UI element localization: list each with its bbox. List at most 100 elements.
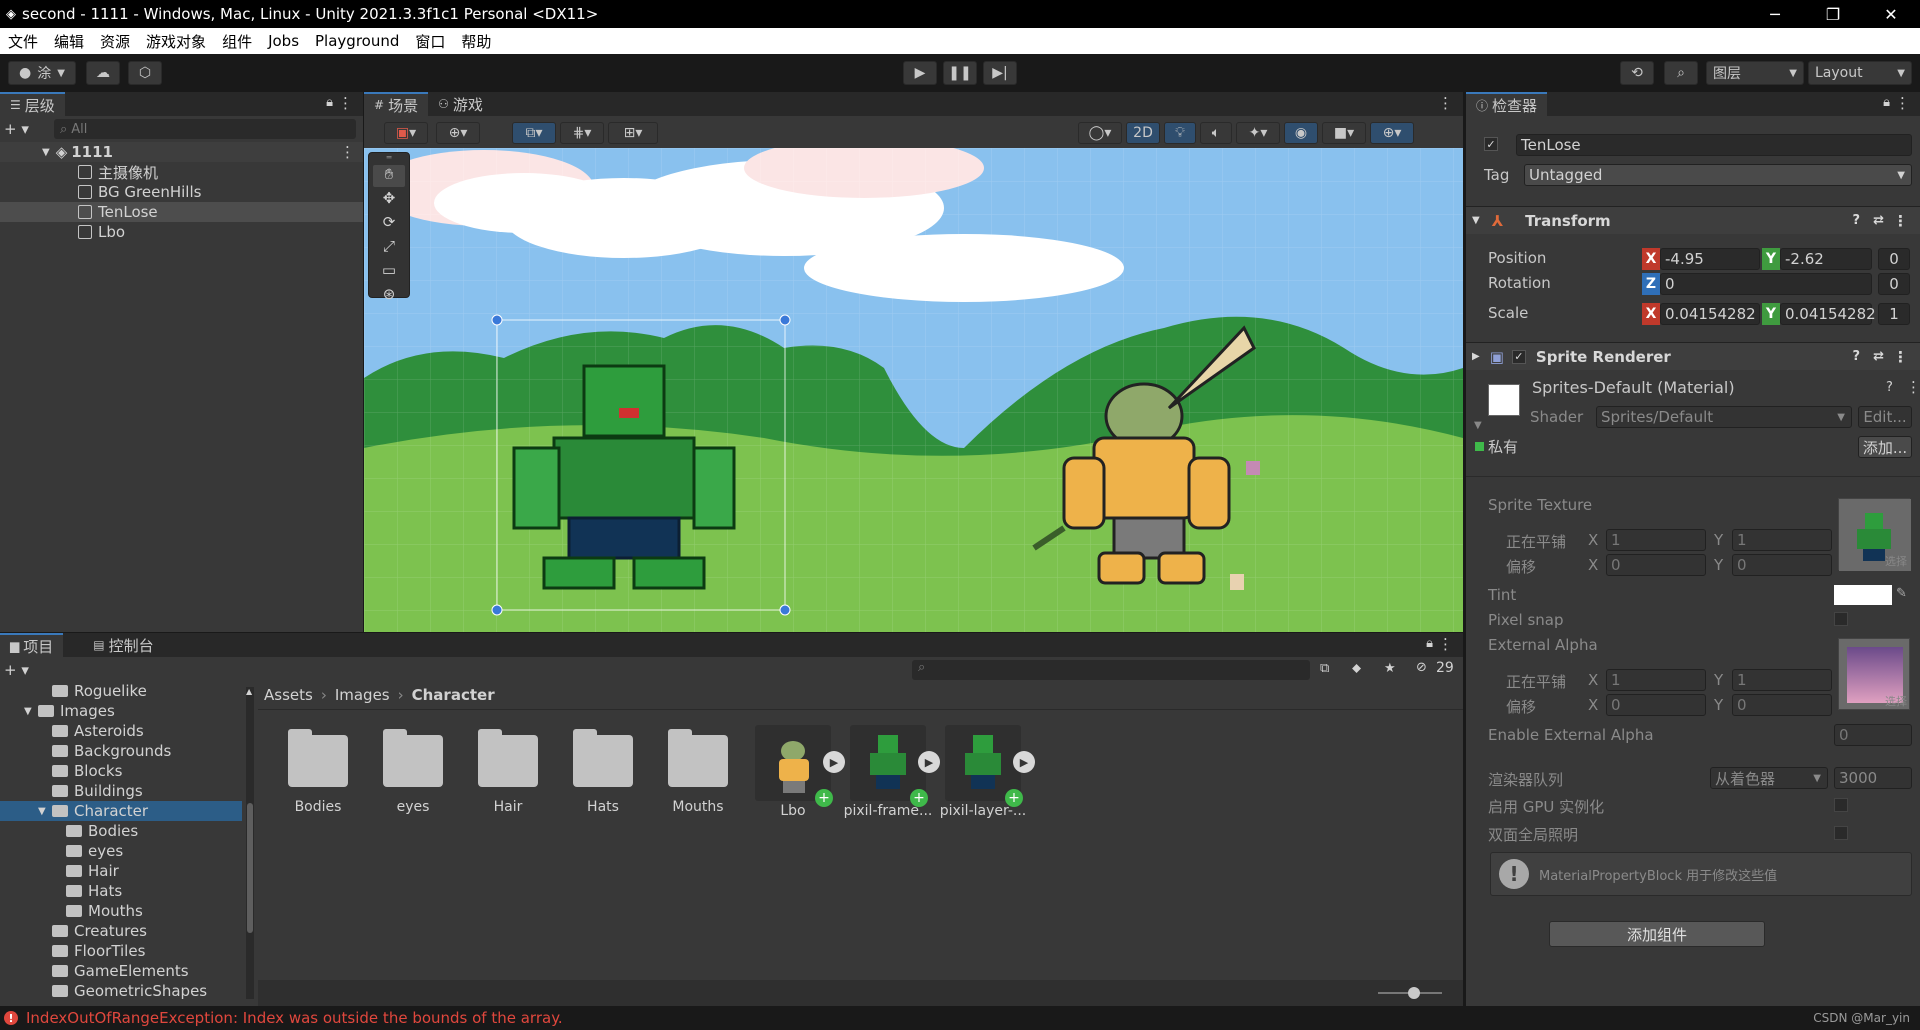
more-menu-icon[interactable]: ⋮ <box>1438 635 1453 653</box>
render-queue-value-field[interactable]: 3000 <box>1834 767 1912 789</box>
transform-header[interactable]: ▼ ⅄ Transform ? ⇄ ⋮ <box>1466 206 1920 234</box>
global-dropdown[interactable]: ⊕ ▾ <box>436 122 480 144</box>
scale-x-field[interactable]: 0.04154282 <box>1660 303 1760 325</box>
project-create-button[interactable]: + ▾ <box>4 661 29 679</box>
folder-tree-item[interactable]: Mouths <box>0 901 242 921</box>
play-icon[interactable]: ▶ <box>918 751 940 773</box>
tiling-y-field[interactable]: 1 <box>1732 529 1832 551</box>
hidden-packages-icon[interactable]: ⊘ <box>1416 660 1427 675</box>
breadcrumb-images[interactable]: Images <box>335 686 390 704</box>
favorite-star-icon[interactable]: ★ <box>1384 661 1396 676</box>
add-private-button[interactable]: 添加... <box>1858 436 1912 458</box>
menu-jobs[interactable]: Jobs <box>260 32 307 50</box>
tag-dropdown[interactable]: Untagged ▼ <box>1524 164 1912 186</box>
search-button[interactable]: ⌕ <box>1664 61 1698 85</box>
position-y-field[interactable]: -2.62 <box>1780 248 1872 270</box>
step-button[interactable]: ▶| <box>983 61 1017 85</box>
menu-help[interactable]: 帮助 <box>453 31 499 52</box>
folder-tree-item[interactable]: Asteroids <box>0 721 242 741</box>
menu-playground[interactable]: Playground <box>307 32 407 50</box>
folder-tree-item[interactable]: ▼ Images <box>0 701 242 721</box>
lock-icon[interactable]: 🔒︎ <box>1426 636 1433 651</box>
position-x-field[interactable]: -4.95 <box>1660 248 1760 270</box>
tab-console[interactable]: ▤ 控制台 <box>83 633 163 657</box>
eyedropper-icon[interactable]: ✎ <box>1896 586 1907 601</box>
tab-project[interactable]: ▆ 项目 <box>0 633 64 657</box>
restore-button[interactable]: ❐ <box>1804 0 1862 28</box>
help-icon[interactable]: ? <box>1852 349 1860 364</box>
tab-hierarchy[interactable]: ☰ 层级 <box>0 92 65 116</box>
tab-scene[interactable]: # 场景 <box>364 92 429 116</box>
render-queue-mode-dropdown[interactable]: 从着色器 ▼ <box>1710 767 1828 789</box>
menu-window[interactable]: 窗口 <box>407 31 453 52</box>
scene-row[interactable]: ▼ ◈ 1111 ⋮ <box>0 142 363 162</box>
offset-x-field[interactable]: 0 <box>1606 554 1706 576</box>
more-menu-icon[interactable]: ⋮ <box>1893 348 1908 366</box>
ext-tiling-x-field[interactable]: 1 <box>1606 669 1706 691</box>
filter-type-icon[interactable]: ⧉ <box>1320 661 1329 676</box>
asset-prefab-pixil-layer[interactable]: ▶ + pixil-layer-... <box>938 725 1035 819</box>
folder-tree-item[interactable]: Roguelike <box>0 681 242 701</box>
grid-snap-dropdown[interactable]: ⋕ ▾ <box>560 122 604 144</box>
position-z-field[interactable]: 0 <box>1878 248 1910 270</box>
scale-y-field[interactable]: 0.04154282 <box>1780 303 1876 325</box>
effects-dropdown[interactable]: ✦ ▾ <box>1236 122 1280 144</box>
history-button[interactable]: ⟲ <box>1620 61 1654 85</box>
folder-tree-item[interactable]: Blocks <box>0 761 242 781</box>
scale-z-field[interactable]: 1 <box>1878 303 1910 325</box>
more-menu-icon[interactable]: ⋮ <box>1438 94 1453 112</box>
visibility-toggle[interactable]: ◉ <box>1284 122 1318 144</box>
expand-arrow-icon[interactable]: ▼ <box>38 806 52 817</box>
pause-button[interactable]: ❚❚ <box>943 61 977 85</box>
status-error-message[interactable]: IndexOutOfRangeException: Index was outs… <box>26 1009 563 1027</box>
folder-tree-item[interactable]: Hats <box>0 881 242 901</box>
preset-icon[interactable]: ⇄ <box>1873 213 1884 228</box>
project-search-input[interactable]: ⌕ <box>912 660 1310 680</box>
rotate-tool[interactable]: ⟳ <box>373 213 405 235</box>
create-button[interactable]: + ▾ <box>4 120 29 138</box>
ext-offset-x-field[interactable]: 0 <box>1606 694 1706 716</box>
menu-assets[interactable]: 资源 <box>92 31 138 52</box>
tiling-x-field[interactable]: 1 <box>1606 529 1706 551</box>
account-button[interactable]: ● 涂 ▼ <box>8 61 76 85</box>
hierarchy-item-bg-greenhills[interactable]: BG GreenHills <box>0 182 363 202</box>
filter-label-icon[interactable]: ⬥ <box>1352 661 1361 676</box>
lighting-toggle[interactable]: 💡︎ <box>1164 122 1196 144</box>
folder-tree-item[interactable]: Bodies <box>0 821 242 841</box>
folder-tree-item[interactable]: ▼ Character <box>0 801 242 821</box>
folder-tree-item[interactable]: FloorTiles <box>0 941 242 961</box>
help-icon[interactable]: ? <box>1852 213 1860 228</box>
enable-external-alpha-field[interactable]: 0 <box>1834 724 1912 746</box>
sprite-renderer-enabled-checkbox[interactable]: ✓ <box>1511 349 1526 364</box>
shading-dropdown[interactable]: ◯ ▾ <box>1078 122 1122 144</box>
sprite-renderer-header[interactable]: ▶ ▣ ✓ Sprite Renderer ? ⇄ ⋮ <box>1466 342 1920 370</box>
asset-prefab-lbo[interactable]: ▶ + Lbo <box>748 725 845 819</box>
asset-folder-bodies[interactable]: Bodies <box>273 729 363 815</box>
folder-tree-item[interactable]: GameElements <box>0 961 242 981</box>
shader-dropdown[interactable]: Sprites/Default ▼ <box>1596 406 1852 428</box>
more-menu-icon[interactable]: ⋮ <box>340 143 355 161</box>
menu-file[interactable]: 文件 <box>0 31 46 52</box>
palette-handle[interactable]: ═ <box>369 153 409 163</box>
more-menu-icon[interactable]: ⋮ <box>1895 94 1910 112</box>
draw-mode-dropdown[interactable]: ▣ ▾ <box>384 122 428 144</box>
layout-dropdown[interactable]: Layout ▼ <box>1808 61 1912 85</box>
zoom-slider-thumb[interactable] <box>1408 987 1420 999</box>
shader-edit-button[interactable]: Edit... <box>1858 406 1912 428</box>
hierarchy-item-main-camera[interactable]: 主摄像机 <box>0 162 363 182</box>
collab-button[interactable]: ⬡ <box>128 61 162 85</box>
tree-scrollbar[interactable]: ▲ <box>246 687 254 999</box>
gizmos-dropdown[interactable]: ⊕ ▾ <box>1370 122 1414 144</box>
move-tool[interactable]: ✥ <box>373 189 405 211</box>
breadcrumb-assets[interactable]: Assets <box>264 686 313 704</box>
scene-view[interactable]: ═ ✋︎ ✥ ⟳ ⤢ ▭ ⊛ <box>364 148 1463 632</box>
audio-toggle[interactable]: 🔈︎ <box>1200 122 1232 144</box>
active-checkbox[interactable]: ✓ <box>1484 137 1498 151</box>
tree-scrollbar-thumb[interactable] <box>247 803 253 933</box>
folder-tree-item[interactable]: Buildings <box>0 781 242 801</box>
sprite-texture-thumbnail[interactable]: 选择 <box>1838 498 1911 571</box>
tint-color-field[interactable] <box>1834 585 1892 605</box>
snap-dropdown[interactable]: ⧉ ▾ <box>512 122 556 144</box>
scale-tool[interactable]: ⤢ <box>373 237 405 259</box>
double-sided-gi-checkbox[interactable] <box>1834 826 1848 840</box>
